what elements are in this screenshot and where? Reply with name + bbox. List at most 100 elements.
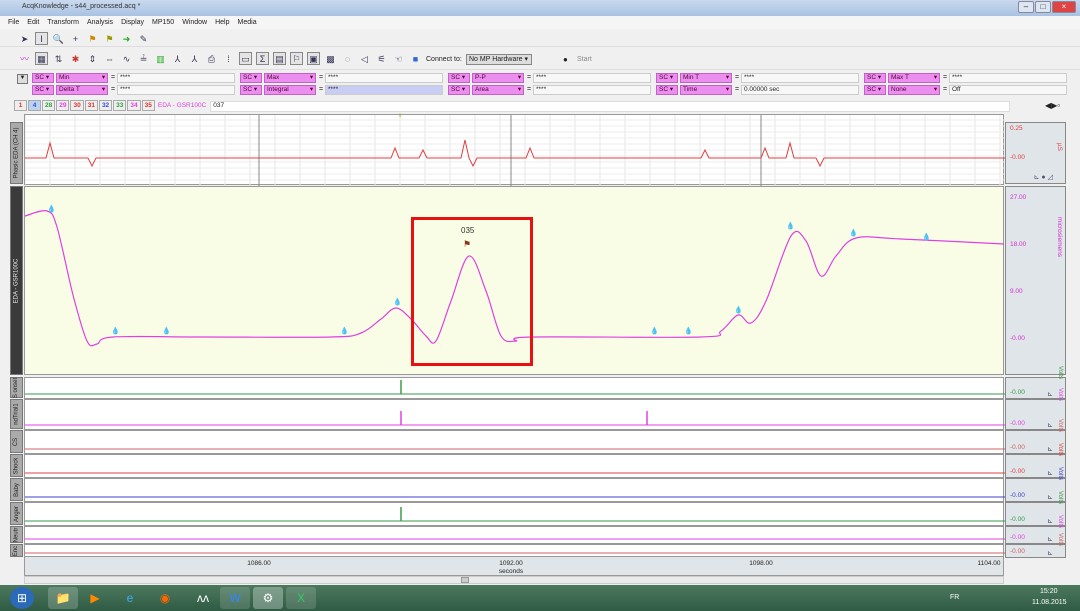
channel-label-small[interactable]: Enc [10,544,23,557]
channel-tab[interactable]: 35 [141,100,155,111]
scrollbar-thumb[interactable] [461,577,469,583]
arrow-tool-icon[interactable]: ➤ [18,33,31,46]
source-select[interactable]: SC ▾ [240,73,262,83]
scale-tools-icon[interactable]: ⊾ [1047,493,1053,501]
language-indicator[interactable]: FR [950,594,959,601]
excel-icon[interactable]: X [286,587,316,609]
arrow-right-icon[interactable]: ➜ [120,33,133,46]
channel-label-small[interactable]: Anger [10,502,23,525]
function-select[interactable]: Delta T ▾ [56,85,108,95]
marker-icon[interactable]: ⚐ [290,52,303,65]
channel-label-small[interactable]: Neutr [10,526,23,543]
channel-label-small[interactable]: S onset [10,377,23,398]
menu-edit[interactable]: Edit [27,16,39,29]
channel-label-small[interactable]: Shock [10,454,23,477]
measure-icon[interactable]: ▭ [239,52,252,65]
channel-tab[interactable]: 28 [42,100,56,111]
person-icon[interactable]: ⅄ [171,53,184,66]
scroll-arrows[interactable]: ◀▶▫ [1045,101,1060,110]
toggle-icon[interactable]: ⚟ [375,53,388,66]
menu-display[interactable]: Display [121,16,144,29]
ibeam-tool-icon[interactable]: I [35,32,48,45]
source-select[interactable]: SC ▾ [448,85,470,95]
menu-media[interactable]: Media [238,16,257,29]
small-channel-plot[interactable] [24,502,1005,526]
start-menu-icon[interactable]: ⊞ [10,587,34,609]
small-channel-plot[interactable] [24,478,1005,502]
autoscale-icon[interactable]: ⇅ [52,53,65,66]
channel-label-small[interactable]: CS [10,430,23,453]
function-select[interactable]: Area ▾ [472,85,524,95]
word-icon[interactable]: W [220,587,250,609]
rewind-icon[interactable]: ◁ [358,53,371,66]
function-select[interactable]: Min T ▾ [680,73,732,83]
clock-time[interactable]: 15:20 [1040,588,1058,595]
ie-icon[interactable]: e [115,587,145,609]
menu-file[interactable]: File [8,16,19,29]
dots-icon[interactable]: ⁞ [222,53,235,66]
event-flag-icon[interactable]: ⚑ [463,239,471,250]
source-select[interactable]: SC ▾ [32,73,54,83]
horizontal-scrollbar[interactable] [24,576,1004,584]
waveform-icon[interactable]: ✱ [69,53,82,66]
function-select[interactable]: Time ▾ [680,85,732,95]
channel-tab[interactable]: 4 [28,100,41,111]
horizontal-scale-icon[interactable]: ⇔ [103,53,116,66]
print-icon[interactable]: ⎙ [205,53,218,66]
menu-transform[interactable]: Transform [47,16,79,29]
start-button[interactable]: Start [577,56,592,63]
eda-plot[interactable]: 💧 💧 💧 💧 💧 💧 💧 💧 💧 💧 💧 035 ⚑ [24,186,1005,375]
overlap-icon[interactable]: 〰 [18,53,31,66]
function-select[interactable]: Max ▾ [264,73,316,83]
crosshair-tool-icon[interactable]: + [69,33,82,46]
channel-label-small[interactable]: ndTrial1 [10,399,23,429]
zoom-tool-icon[interactable]: 🔍 [52,33,65,46]
channel-label-eda[interactable]: EDA - GSR100C [10,186,23,375]
function-select[interactable]: P-P ▾ [472,73,524,83]
channel-tab[interactable]: 31 [84,100,98,111]
scale-tools-icon[interactable]: ⊾ [1047,421,1053,429]
source-select[interactable]: SC ▾ [864,85,886,95]
channel-label-phasic[interactable]: Phasic EDA (CH 4) [10,122,23,184]
table-icon[interactable]: ▤ [273,52,286,65]
sigma-icon[interactable]: Σ [256,52,269,65]
scale-tools-icon[interactable]: ⊾ [1047,549,1053,557]
scale-tools-icon[interactable]: ⊾ [1047,517,1053,525]
menu-analysis[interactable]: Analysis [87,16,113,29]
menu-help[interactable]: Help [215,16,229,29]
bar-icon[interactable]: ▥ [154,53,167,66]
small-channel-plot[interactable] [24,454,1005,478]
firefox-icon[interactable]: ◉ [150,587,180,609]
phasic-plot[interactable] [24,114,1005,186]
journal-icon[interactable]: ▣ [307,52,320,65]
small-channel-plot[interactable] [24,430,1005,454]
minimize-button[interactable]: – [1018,1,1034,13]
source-select[interactable]: SC ▾ [656,73,678,83]
flag-tool-icon[interactable]: ⚑ [103,33,116,46]
channel-tab[interactable]: 30 [70,100,84,111]
source-select[interactable]: SC ▾ [864,73,886,83]
vertical-scale-icon[interactable]: ⇕ [86,53,99,66]
persons-icon[interactable]: ⅄ [188,53,201,66]
channel-tab[interactable]: 29 [56,100,70,111]
function-select[interactable]: Integral ▾ [264,85,316,95]
channel-tab[interactable]: 1 [14,100,27,111]
event-tool-icon[interactable]: ⚑ [86,33,99,46]
chart-icon[interactable]: ≟ [137,53,150,66]
source-select[interactable]: SC ▾ [448,73,470,83]
grid-icon[interactable]: ▦ [35,52,48,65]
scale-tools-icon[interactable]: ⊾ [1047,390,1053,398]
function-select[interactable]: Max T ▾ [888,73,940,83]
channel-comment[interactable]: 037 [210,101,1011,112]
source-select[interactable]: SC ▾ [656,85,678,95]
small-channel-plot[interactable] [24,399,1005,430]
hand-icon[interactable]: ☜ [392,53,405,66]
menu-mp150[interactable]: MP150 [152,16,174,29]
small-channel-plot[interactable] [24,377,1005,399]
media-player-icon[interactable]: ▶ [80,587,110,609]
settings-icon[interactable]: ◌ [341,53,354,66]
clock-date[interactable]: 11.08.2015 [1032,599,1067,606]
channel-tab[interactable]: 33 [113,100,127,111]
scale-tools-icon[interactable]: ⊾ ● ◿ [1034,173,1053,181]
acqknowledge-icon[interactable]: ʌʌ [188,587,218,609]
